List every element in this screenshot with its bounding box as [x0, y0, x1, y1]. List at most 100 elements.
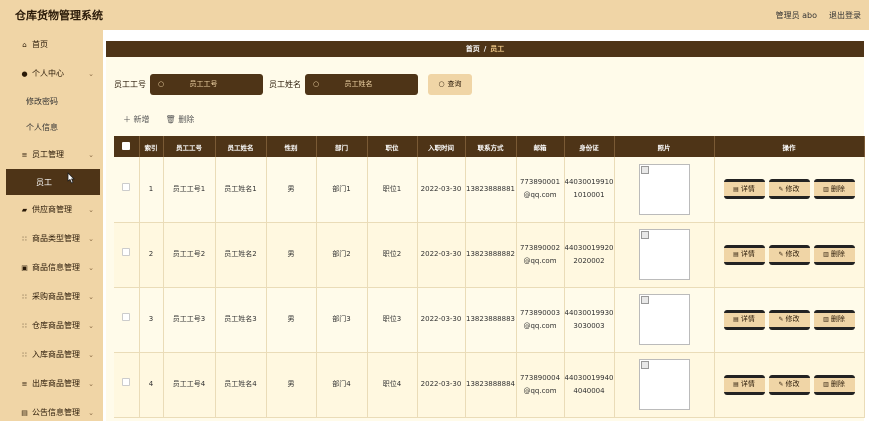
grid-icon: ∷: [22, 234, 27, 243]
edit-label: 修改: [785, 184, 800, 193]
logout-link[interactable]: 退出登录: [829, 10, 861, 21]
breadcrumb: 首页 / 员工: [106, 41, 864, 57]
cell-id-card: 440300199202020002: [564, 222, 615, 288]
emp-name-placeholder: 员工姓名: [344, 80, 373, 88]
cell-emp-no: 员工工号4: [163, 352, 216, 418]
edit-icon: ✎: [778, 185, 784, 193]
row-checkbox[interactable]: [122, 182, 131, 191]
detail-button[interactable]: ▤ 详情: [723, 244, 765, 265]
edit-button[interactable]: ✎ 修改: [768, 244, 810, 265]
chevron-down-icon: ⌄: [88, 321, 94, 330]
sidebar-item[interactable]: ▤ 公告信息管理 ⌄: [0, 398, 103, 421]
sidebar-item-label: 采购商品管理: [32, 292, 80, 301]
sidebar-item-label: 出库商品管理: [32, 379, 80, 388]
detail-label: 详情: [740, 315, 755, 323]
emp-no-input[interactable]: ○ 员工工号: [150, 73, 263, 95]
edit-icon: ✎: [778, 381, 784, 388]
sidebar-subitem[interactable]: 个人信息: [0, 114, 103, 140]
employee-table: 索引 员工工号 员工姓名 性别 部门 职位 入职时间 联系方式 邮箱 身份证 照…: [114, 136, 865, 418]
column-header: 性别: [266, 136, 317, 157]
grid-icon: ∷: [22, 292, 27, 301]
row-select-cell[interactable]: [114, 352, 140, 418]
sidebar-item[interactable]: ≡ 出库商品管理 ⌄: [0, 369, 103, 398]
sidebar-subitem[interactable]: 员工: [6, 169, 100, 195]
sidebar-item[interactable]: ≡ 员工管理 ⌄: [0, 140, 103, 169]
plus-icon: ＋: [123, 115, 134, 124]
detail-button[interactable]: ▤ 详情: [723, 374, 765, 395]
column-header: 照片: [614, 136, 715, 157]
cell-gender: 男: [266, 157, 317, 223]
delete-button[interactable]: ▥ 删除: [813, 309, 855, 330]
cell-position: 职位4: [367, 352, 418, 418]
cell-id-card: 440300199101010001: [564, 157, 615, 223]
delete-label: 删除: [830, 315, 845, 323]
chevron-down-icon: ⌄: [88, 379, 94, 388]
chevron-down-icon: ⌄: [88, 69, 94, 78]
operations-cell: ▤ 详情 ✎ 修改 ▥ 删除: [714, 157, 865, 223]
detail-button[interactable]: ▤ 详情: [723, 309, 765, 330]
emp-name-input[interactable]: ○ 员工姓名: [305, 73, 418, 95]
sidebar-item[interactable]: ∷ 商品类型管理 ⌄: [0, 224, 103, 253]
select-all-cell[interactable]: [114, 136, 140, 157]
row-select-cell[interactable]: [114, 222, 140, 288]
sidebar-item[interactable]: ▰ 供应商管理 ⌄: [0, 195, 103, 224]
cell-gender: 男: [266, 222, 317, 288]
sidebar-item[interactable]: ⌂ 首页: [0, 30, 103, 59]
sidebar-subitem[interactable]: 修改密码: [0, 88, 103, 114]
search-button[interactable]: ○ 查询: [428, 73, 472, 95]
cell-emp-no: 员工工号1: [163, 157, 216, 223]
detail-button[interactable]: ▤ 详情: [723, 179, 765, 200]
detail-icon: ▤: [733, 316, 739, 323]
sidebar-item-label: 首页: [32, 40, 48, 49]
column-header: 员工姓名: [215, 136, 267, 157]
cell-index: 1: [139, 157, 164, 223]
sidebar-item-label: 供应商管理: [32, 205, 72, 214]
broken-image-icon: [640, 296, 649, 304]
sidebar-item[interactable]: ▣ 商品信息管理 ⌄: [0, 253, 103, 282]
delete-button[interactable]: ▥ 删除: [813, 179, 855, 200]
delete-label: 删除: [830, 184, 845, 193]
operations-cell: ▤ 详情 ✎ 修改 ▥ 删除: [714, 222, 865, 288]
edit-button[interactable]: ✎ 修改: [768, 374, 810, 395]
table-row: 3 员工工号3 员工姓名3 男部门3 职位3 2022-03-30 13823888883 7…: [114, 287, 865, 353]
breadcrumb-home[interactable]: 首页: [466, 44, 480, 54]
row-checkbox[interactable]: [122, 313, 131, 321]
edit-button[interactable]: ✎ 修改: [768, 309, 810, 330]
row-checkbox[interactable]: [122, 378, 131, 386]
select-all-checkbox[interactable]: [122, 141, 131, 150]
top-bar: 仓库货物管理系统 管理员 abo 退出登录: [0, 0, 869, 30]
column-header: 操作: [714, 136, 865, 157]
cell-hire-date: 2022-03-30: [417, 222, 466, 288]
sidebar-item[interactable]: ● 个人中心 ⌄: [0, 59, 103, 88]
table-row: 1 员工工号1 员工姓名1 男部门1 职位1 2022-03-30 13823888881 7…: [114, 157, 865, 223]
employee-photo: [638, 294, 690, 345]
edit-icon: ✎: [778, 316, 784, 323]
row-select-cell[interactable]: [114, 157, 140, 223]
row-checkbox[interactable]: [122, 248, 131, 256]
sidebar-item-label: 个人中心: [32, 69, 64, 78]
edit-button[interactable]: ✎ 修改: [768, 179, 810, 200]
delete-button[interactable]: ▥ 删除: [813, 374, 855, 395]
cell-gender: 男: [266, 287, 317, 353]
row-select-cell[interactable]: [114, 287, 140, 353]
user-icon: ●: [21, 69, 28, 78]
cell-dept: 部门4: [316, 352, 368, 418]
cell-dept: 部门2: [316, 222, 368, 288]
employee-photo: [638, 229, 690, 280]
sidebar-item[interactable]: ∷ 仓库商品管理 ⌄: [0, 311, 103, 340]
cell-name: 员工姓名1: [215, 157, 267, 223]
cell-phone: 13823888881: [465, 157, 517, 223]
broken-image-icon: [640, 231, 649, 239]
chevron-down-icon: ⌄: [88, 292, 94, 301]
batch-delete-button[interactable]: 🗑 删除: [166, 114, 195, 125]
detail-label: 详情: [740, 250, 755, 258]
cell-position: 职位3: [367, 287, 418, 353]
sidebar-item[interactable]: ∷ 入库商品管理 ⌄: [0, 340, 103, 369]
sidebar-item[interactable]: ∷ 采购商品管理 ⌄: [0, 282, 103, 311]
delete-button[interactable]: ▥ 删除: [813, 244, 855, 265]
emp-name-label: 员工姓名: [269, 79, 301, 89]
app-title: 仓库货物管理系统: [15, 9, 103, 22]
sidebar-item-label: 员工管理: [32, 150, 64, 159]
trash-icon: ▥: [823, 316, 829, 323]
add-button[interactable]: ＋ 新增: [123, 114, 150, 125]
